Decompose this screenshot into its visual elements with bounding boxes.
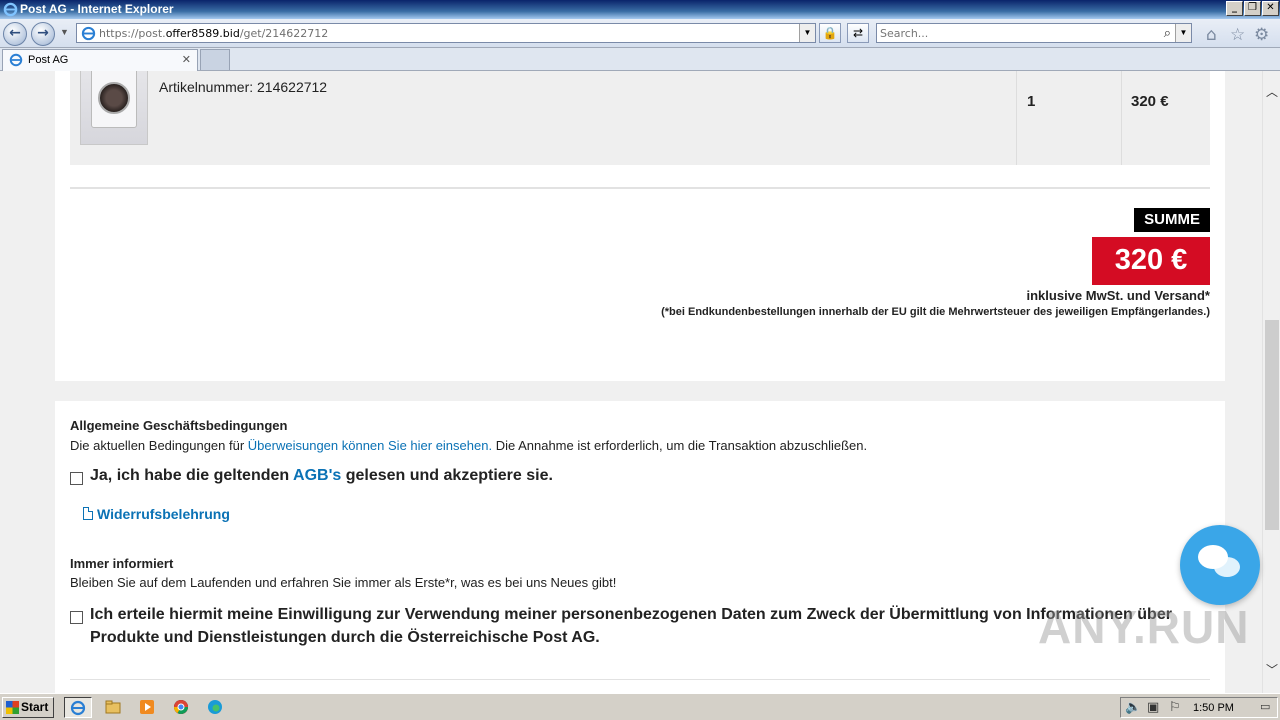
- restore-button[interactable]: ❐: [1244, 1, 1261, 16]
- new-tab-button[interactable]: [200, 49, 230, 70]
- consent-label-line2[interactable]: Produkte und Dienstleistungen durch die …: [90, 626, 600, 649]
- page-viewport: Artikelnummer: 214622712 1 320 € SUMME 3…: [0, 71, 1262, 693]
- taskbar: Start 🔈 ▣ ⚐ 1:50 PM ▭: [0, 693, 1280, 720]
- start-button[interactable]: Start: [2, 697, 54, 718]
- forward-button[interactable]: →: [31, 22, 55, 46]
- ie-logo-icon: [3, 2, 18, 17]
- system-tray: 🔈 ▣ ⚐ 1:50 PM ▭: [1120, 697, 1278, 718]
- line-price: 320 €: [1131, 93, 1169, 110]
- settings-gear-icon[interactable]: ⚙: [1254, 25, 1269, 45]
- taskbar-ie-button[interactable]: [64, 697, 92, 718]
- window-title-bar: Post AG - Internet Explorer _ ❐ ✕: [0, 0, 1280, 19]
- media-player-icon[interactable]: [133, 697, 161, 718]
- terms-card: Allgemeine Geschäftsbedingungen Die aktu…: [55, 401, 1225, 693]
- home-icon[interactable]: ⌂: [1206, 25, 1217, 45]
- scroll-down-icon[interactable]: ﹀: [1263, 661, 1280, 679]
- tab-favicon-icon: [9, 53, 23, 67]
- agb-checkbox[interactable]: [70, 472, 83, 485]
- eu-vat-note: (*bei Endkundenbestellungen innerhalb de…: [661, 306, 1210, 318]
- volume-icon[interactable]: 🔈: [1125, 700, 1141, 715]
- order-summary-card: Artikelnummer: 214622712 1 320 € SUMME 3…: [55, 71, 1225, 381]
- vat-note: inklusive MwSt. und Versand*: [1026, 288, 1211, 303]
- address-bar[interactable]: https://post.offer8589.bid/get/214622712…: [76, 23, 816, 43]
- page-favicon-icon: [81, 26, 96, 41]
- history-dropdown-icon[interactable]: ▼: [60, 27, 69, 37]
- explorer-folder-icon[interactable]: [99, 697, 127, 718]
- back-button[interactable]: ←: [3, 22, 27, 46]
- search-input[interactable]: [880, 26, 1150, 40]
- chat-button[interactable]: [1180, 525, 1260, 605]
- ie-logo-icon: [70, 700, 86, 716]
- scroll-up-icon[interactable]: ︿: [1263, 83, 1280, 101]
- url-domain: offer8589.bid: [165, 27, 240, 40]
- tab-label: Post AG: [28, 54, 69, 66]
- window-title: Post AG - Internet Explorer: [20, 2, 174, 16]
- tab-post-ag[interactable]: Post AG ✕: [2, 49, 198, 71]
- divider: [70, 187, 1210, 189]
- tab-close-icon[interactable]: ✕: [182, 53, 191, 66]
- refresh-icon[interactable]: ⇄: [847, 23, 869, 43]
- forward-icon: →: [37, 25, 49, 41]
- vertical-scrollbar[interactable]: ︿ ﹀: [1262, 71, 1280, 693]
- product-row: Artikelnummer: 214622712 1 320 €: [70, 71, 1210, 165]
- divider: [70, 679, 1210, 680]
- tab-bar: Post AG ✕: [0, 48, 1280, 71]
- article-number: Artikelnummer: 214622712: [159, 79, 328, 95]
- edge-icon[interactable]: [201, 697, 229, 718]
- lock-icon[interactable]: 🔒: [819, 23, 841, 43]
- chrome-icon[interactable]: [167, 697, 195, 718]
- washing-machine-image: [80, 71, 148, 145]
- revocation-link[interactable]: Widerrufsbelehrung: [83, 506, 230, 522]
- terms-heading: Allgemeine Geschäftsbedingungen: [70, 418, 288, 433]
- network-icon[interactable]: ▣: [1147, 700, 1159, 715]
- search-dropdown-icon[interactable]: ▼: [1175, 24, 1191, 42]
- sum-total: 320 €: [1092, 237, 1210, 285]
- sum-label: SUMME: [1134, 208, 1210, 232]
- back-icon: ←: [9, 25, 21, 41]
- transfer-terms-link[interactable]: Überweisungen können Sie hier einsehen.: [248, 438, 492, 453]
- show-desktop-icon[interactable]: ▭: [1260, 700, 1270, 713]
- consent-checkbox[interactable]: [70, 611, 83, 624]
- search-icon[interactable]: ⌕: [1164, 25, 1171, 41]
- agb-link[interactable]: AGB's: [293, 467, 341, 484]
- search-box[interactable]: ⌕ ▼: [876, 23, 1192, 43]
- scrollbar-thumb[interactable]: [1265, 320, 1279, 530]
- address-dropdown-icon[interactable]: ▼: [799, 24, 815, 42]
- navigation-bar: ← → ▼ https://post.offer8589.bid/get/214…: [0, 19, 1280, 48]
- windows-flag-icon: [6, 701, 19, 714]
- quantity-value: 1: [1027, 93, 1036, 110]
- favorites-star-icon[interactable]: ☆: [1230, 25, 1245, 45]
- action-center-flag-icon[interactable]: ⚐: [1169, 700, 1181, 715]
- newsletter-text: Bleiben Sie auf dem Laufenden und erfahr…: [70, 575, 617, 590]
- agb-checkbox-label[interactable]: Ja, ich habe die geltenden AGB's gelesen…: [90, 464, 553, 487]
- url-text[interactable]: https://post.offer8589.bid/get/214622712: [99, 27, 328, 40]
- start-label: Start: [21, 700, 49, 714]
- consent-label-line1[interactable]: Ich erteile hiermit meine Einwilligung z…: [90, 603, 1172, 626]
- close-window-button[interactable]: ✕: [1262, 1, 1279, 16]
- document-icon: [83, 507, 93, 520]
- terms-text: Die aktuellen Bedingungen für Überweisun…: [70, 438, 868, 453]
- clock[interactable]: 1:50 PM: [1193, 702, 1234, 714]
- minimize-button[interactable]: _: [1226, 1, 1243, 16]
- newsletter-heading: Immer informiert: [70, 556, 174, 571]
